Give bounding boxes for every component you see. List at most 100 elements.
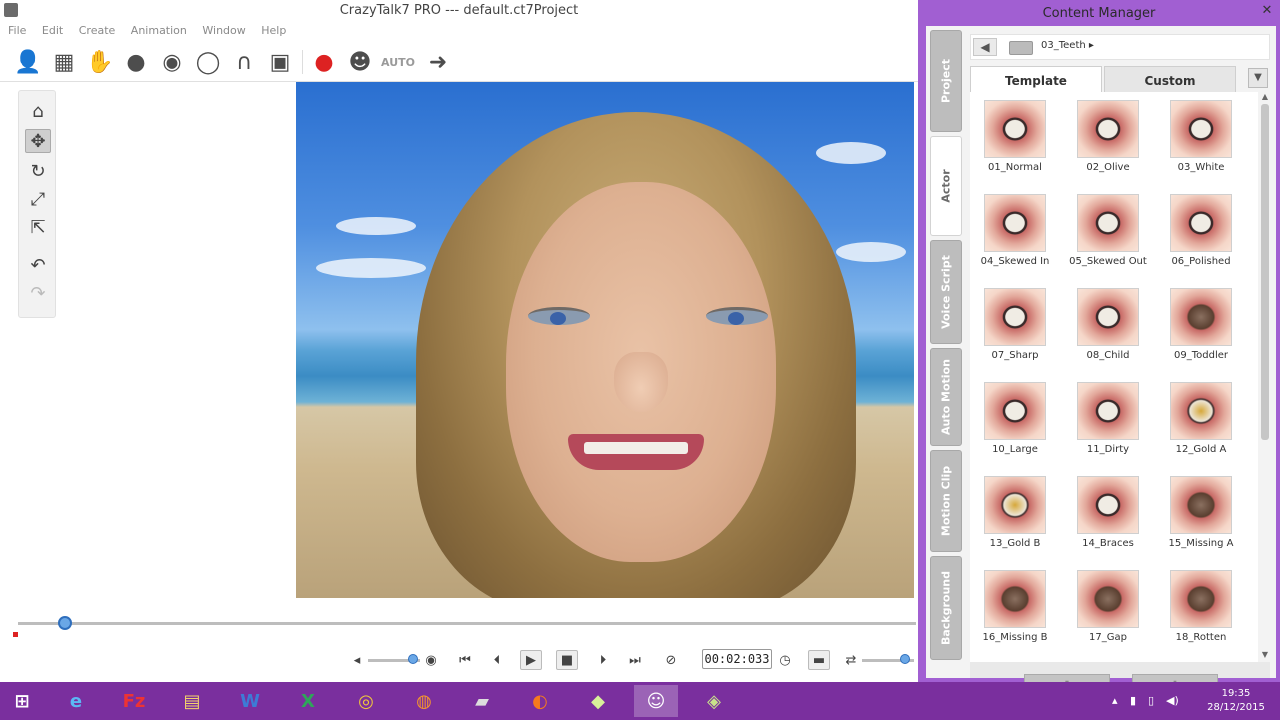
content-item[interactable]: 02_Olive [1063, 94, 1153, 186]
content-item[interactable]: 13_Gold B [970, 470, 1060, 562]
firefox-icon[interactable]: ◐ [518, 685, 562, 717]
zoom-thumb[interactable] [900, 654, 910, 664]
scroll-down-icon[interactable]: ▼ [1260, 650, 1270, 659]
breadcrumb[interactable]: 03_Teeth ▸ [1041, 40, 1094, 51]
filezilla-icon[interactable]: Fz [112, 685, 156, 717]
blender-icon[interactable]: ◍ [402, 685, 446, 717]
tab-custom[interactable]: Custom [1104, 66, 1236, 92]
folder-icon[interactable] [1009, 41, 1033, 55]
system-clock[interactable]: 19:35 28/12/2015 [1196, 687, 1276, 715]
play-button[interactable]: ▶ [520, 650, 542, 670]
tab-motion-clip[interactable]: Motion Clip [930, 450, 962, 552]
content-item[interactable]: 14_Braces [1063, 470, 1153, 562]
menu-file[interactable]: File [8, 22, 26, 40]
face-fitting-icon[interactable]: ▦ [50, 48, 78, 76]
crazytalk-icon[interactable]: ☺ [634, 685, 678, 717]
content-item[interactable]: 01_Normal [970, 94, 1060, 186]
network-icon[interactable]: ▮ [1130, 694, 1136, 707]
timeline-track[interactable] [18, 622, 916, 625]
content-item[interactable]: 08_Child [1063, 282, 1153, 374]
content-item[interactable]: 11_Dirty [1063, 376, 1153, 468]
auto-motion-icon[interactable]: AUTO [381, 48, 415, 76]
redo-icon[interactable]: ↷ [25, 281, 51, 305]
menu-window[interactable]: Window [202, 22, 245, 40]
timecode-field[interactable]: 00:02:033 [702, 649, 772, 669]
clock-icon[interactable]: ◷ [774, 650, 796, 670]
stage-viewport[interactable] [296, 82, 914, 598]
back-button[interactable]: ◀ [973, 38, 997, 56]
content-item[interactable]: 03_White [1156, 94, 1246, 186]
volume-thumb[interactable] [408, 654, 418, 664]
volume-icon[interactable]: ◀) [1166, 694, 1179, 707]
content-item[interactable]: 05_Skewed Out [1063, 188, 1153, 280]
chrome-icon[interactable]: ◎ [344, 685, 388, 717]
internet-explorer-icon[interactable]: e [54, 685, 98, 717]
tab-auto-motion[interactable]: Auto Motion [930, 348, 962, 446]
rewind-icon[interactable]: ⏮ [454, 650, 476, 670]
head-icon[interactable]: ● [122, 48, 150, 76]
mouth-icon[interactable]: ◯ [194, 48, 222, 76]
game-app-icon[interactable]: ◆ [576, 685, 620, 717]
actor-icon[interactable]: 👤 [14, 48, 42, 76]
tab-project[interactable]: Project [930, 30, 962, 132]
menu-create[interactable]: Create [79, 22, 116, 40]
content-item[interactable]: 16_Missing B [970, 564, 1060, 656]
tracking-icon[interactable]: ✋ [86, 48, 114, 76]
tab-background[interactable]: Background [930, 556, 962, 660]
teeth-thumbnail [1170, 476, 1232, 534]
rotate-icon[interactable]: ↻ [25, 159, 51, 183]
menu-edit[interactable]: Edit [42, 22, 63, 40]
windows-start-icon[interactable]: ⊞ [0, 685, 44, 717]
teeth-thumbnail [984, 570, 1046, 628]
content-item[interactable]: 12_Gold A [1156, 376, 1246, 468]
media-app-icon[interactable]: ◈ [692, 685, 736, 717]
move-icon[interactable]: ✥ [25, 129, 51, 153]
eye-icon[interactable]: ◉ [158, 48, 186, 76]
next-frame-icon[interactable]: ⏵ [592, 650, 614, 670]
teeth-icon[interactable]: ∩ [230, 48, 258, 76]
fit-icon[interactable]: ⇱ [25, 215, 51, 239]
scrollbar[interactable]: ▲ ▼ [1260, 92, 1270, 662]
export-icon[interactable]: ➜ [424, 48, 452, 76]
file-explorer-icon[interactable]: ▤ [170, 685, 214, 717]
volume-down-icon[interactable]: ◂ [346, 650, 368, 670]
zoom-icon[interactable]: ⇄ [840, 650, 862, 670]
scroll-thumb[interactable] [1261, 104, 1269, 440]
loop-icon[interactable]: ⊘ [660, 650, 682, 670]
tray-chevron-icon[interactable]: ▴ [1112, 694, 1118, 707]
stop-button[interactable]: ■ [556, 650, 578, 670]
battery-icon[interactable]: ▯ [1148, 694, 1154, 707]
scale-icon[interactable]: ⤢ [25, 187, 51, 211]
content-item[interactable]: 18_Rotten [1156, 564, 1246, 656]
word-icon[interactable]: W [228, 685, 272, 717]
undo-icon[interactable]: ↶ [25, 253, 51, 277]
tab-voice-script[interactable]: Voice Script [930, 240, 962, 344]
excel-icon[interactable]: X [286, 685, 330, 717]
content-item[interactable]: 10_Large [970, 376, 1060, 468]
scroll-up-icon[interactable]: ▲ [1260, 92, 1270, 101]
image-icon[interactable]: ▣ [266, 48, 294, 76]
menu-animation[interactable]: Animation [131, 22, 187, 40]
menu-help[interactable]: Help [261, 22, 286, 40]
content-item[interactable]: 04_Skewed In [970, 188, 1060, 280]
volume-up-icon[interactable]: ◉ [420, 650, 442, 670]
camera-app-icon[interactable]: ▰ [460, 685, 504, 717]
content-item[interactable]: 09_Toddler [1156, 282, 1246, 374]
home-icon[interactable]: ⌂ [25, 99, 51, 123]
content-item[interactable]: 15_Missing A [1156, 470, 1246, 562]
content-bottom-bar [970, 662, 1270, 678]
puppet-icon[interactable]: ☻ [346, 48, 374, 76]
previous-frame-icon[interactable]: ⏴ [486, 650, 508, 670]
chevron-down-icon[interactable]: ▼ [1248, 68, 1268, 88]
title-bar: CrazyTalk7 PRO --- default.ct7Project [0, 0, 918, 22]
timeline-playhead[interactable] [58, 616, 72, 630]
close-icon[interactable]: ✕ [1260, 4, 1274, 18]
content-item[interactable]: 06_Polished [1156, 188, 1246, 280]
content-item[interactable]: 17_Gap [1063, 564, 1153, 656]
content-item[interactable]: 07_Sharp [970, 282, 1060, 374]
fast-forward-icon[interactable]: ⏭ [624, 650, 646, 670]
timeline-toggle-button[interactable]: ▬ [808, 650, 830, 670]
tab-actor[interactable]: Actor [930, 136, 962, 236]
voice-record-icon[interactable]: ● [310, 48, 338, 76]
tab-template[interactable]: Template [970, 66, 1102, 92]
